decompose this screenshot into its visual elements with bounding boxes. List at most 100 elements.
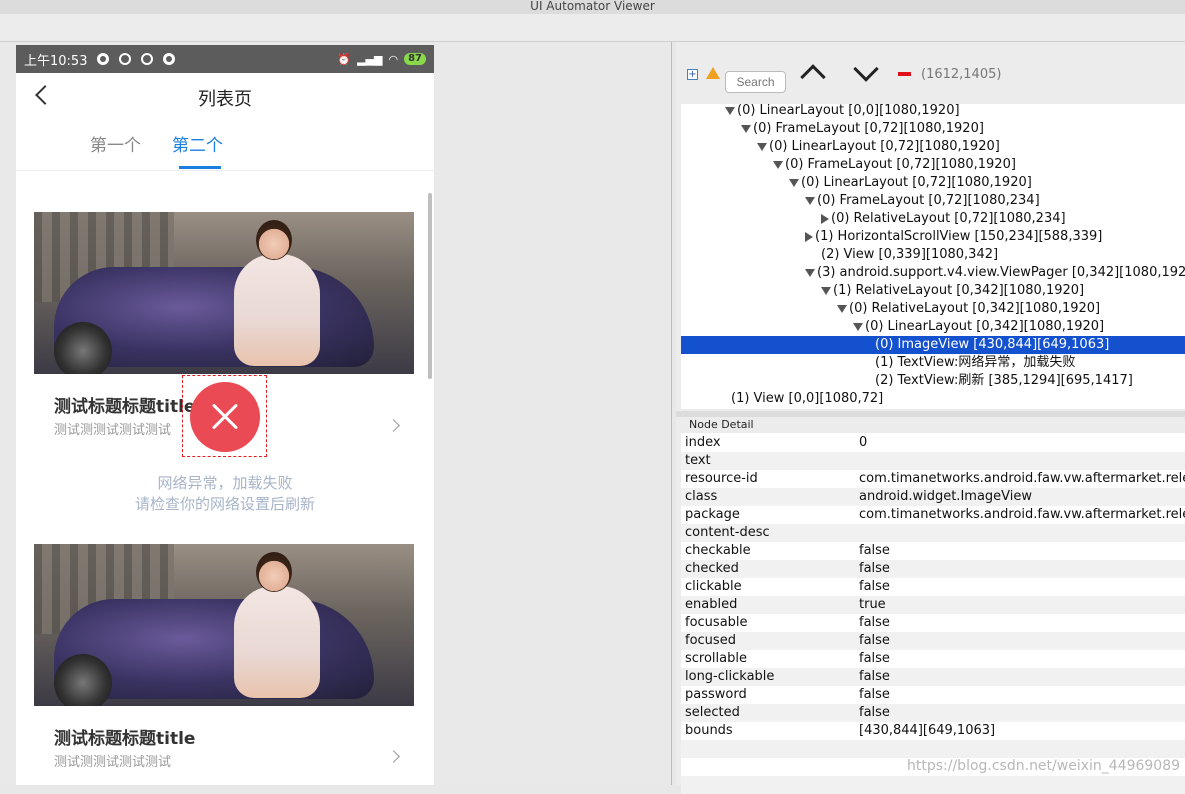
detail-value: false [859, 669, 890, 684]
detail-value: com.timanetworks.android.faw.vw.aftermar… [859, 471, 1185, 486]
search-input[interactable] [725, 71, 786, 93]
detail-key: index [685, 435, 721, 450]
tree-node[interactable]: (0) FrameLayout [0,72][1080,1920] [681, 120, 1185, 138]
detail-row[interactable]: clickable false [681, 578, 1185, 596]
detail-key: checkable [685, 543, 751, 558]
person-head-shape [256, 552, 292, 592]
detail-row[interactable]: scrollable false [681, 650, 1185, 668]
list-scrollbar[interactable] [428, 193, 432, 379]
detail-row-empty [681, 740, 1185, 758]
alarm-icon: ⏰ [337, 52, 352, 66]
wheel-shape [54, 654, 112, 706]
detail-value: com.timanetworks.android.faw.vw.aftermar… [859, 507, 1185, 522]
collapse-arrow-icon[interactable] [757, 142, 767, 151]
detail-row[interactable]: checkable false [681, 542, 1185, 560]
tab-indicator [179, 166, 221, 169]
tree-node[interactable]: (0) LinearLayout [0,0][1080,1920] [681, 104, 1185, 120]
notification-icon [97, 53, 110, 65]
chevron-right-icon[interactable] [387, 419, 400, 432]
detail-row[interactable]: focusable false [681, 614, 1185, 632]
collapse-arrow-icon[interactable] [741, 124, 751, 133]
detail-key: password [685, 687, 747, 702]
detail-key: resource-id [685, 471, 758, 486]
collapse-arrow-icon[interactable] [837, 304, 847, 313]
collapse-arrow-icon[interactable] [853, 322, 863, 331]
collapse-arrow-icon[interactable] [805, 196, 815, 205]
tree-node[interactable]: (0) LinearLayout [0,72][1080,1920] [681, 138, 1185, 156]
expand-arrow-icon[interactable] [805, 231, 813, 242]
tab-second[interactable]: 第二个 [172, 131, 223, 156]
detail-row[interactable]: content-desc [681, 524, 1185, 542]
detail-value: true [859, 597, 886, 612]
tree-node-label: (1) TextView:网络异常，加载失败 [875, 355, 1076, 370]
tree-node[interactable]: (0) FrameLayout [0,72][1080,234] [681, 192, 1185, 210]
tree-node[interactable]: (0) RelativeLayout [0,342][1080,1920] [681, 300, 1185, 318]
detail-row[interactable]: bounds [430,844][649,1063] [681, 722, 1185, 740]
card-image[interactable] [34, 544, 414, 706]
error-close-icon[interactable] [190, 382, 260, 452]
card-image[interactable] [34, 212, 414, 374]
warning-icon[interactable] [706, 67, 720, 79]
screenshot-pane[interactable]: 上午10:53 ⏰ ▂▄▆ ◠ 87 列表页 第一个 第二个 测试标题标题tit… [0, 42, 672, 785]
tree-node-label: (0) ImageView [430,844][649,1063] [875, 337, 1110, 352]
person-head-shape [256, 220, 292, 260]
detail-row[interactable]: password false [681, 686, 1185, 704]
detail-key: content-desc [685, 525, 770, 540]
tree-node-label: (0) FrameLayout [0,72][1080,234] [817, 193, 1040, 208]
detail-row[interactable]: package com.timanetworks.android.faw.vw.a… [681, 506, 1185, 524]
detail-row[interactable]: focused false [681, 632, 1185, 650]
battery-icon: 87 [404, 53, 426, 65]
tree-node[interactable]: (1) TextView:网络异常，加载失败 [681, 354, 1185, 372]
wifi-icon: ◠ [388, 52, 399, 66]
wheel-shape [54, 322, 112, 374]
tree-node[interactable]: (2) View [0,339][1080,342] [681, 246, 1185, 264]
search-notice-icon [141, 53, 154, 65]
chevron-right-icon[interactable] [387, 750, 400, 763]
detail-row[interactable]: text [681, 452, 1185, 470]
detail-row[interactable]: index 0 [681, 434, 1185, 452]
collapse-arrow-icon[interactable] [789, 178, 799, 187]
tree-node[interactable]: (0) RelativeLayout [0,72][1080,234] [681, 210, 1185, 228]
detail-key: enabled [685, 597, 738, 612]
tree-node[interactable]: (1) RelativeLayout [0,342][1080,1920] [681, 282, 1185, 300]
tree-node[interactable]: (1) View [0,0][1080,72] [681, 390, 1185, 408]
device-screen[interactable]: 上午10:53 ⏰ ▂▄▆ ◠ 87 列表页 第一个 第二个 测试标题标题tit… [16, 45, 434, 785]
collapse-arrow-icon[interactable] [821, 286, 831, 295]
detail-value: false [859, 651, 890, 666]
tree-node-label: (1) HorizontalScrollView [150,234][588,3… [815, 229, 1103, 244]
tree-node[interactable]: (3) android.support.v4.view.ViewPager [0… [681, 264, 1185, 282]
window-title: UI Automator Viewer [0, 0, 1185, 14]
tree-node[interactable]: (2) TextView:刷新 [385,1294][695,1417] [681, 372, 1185, 390]
tree-node[interactable]: (0) LinearLayout [0,72][1080,1920] [681, 174, 1185, 192]
tree-node[interactable]: (0) ImageView [430,844][649,1063] [681, 336, 1185, 354]
detail-row[interactable]: checked false [681, 560, 1185, 578]
expand-arrow-icon[interactable] [821, 213, 829, 224]
collapse-arrow-icon[interactable] [725, 106, 735, 115]
card-subtitle: 测试测测试测试测试 [54, 423, 172, 438]
detail-key: long-clickable [685, 669, 775, 684]
tree-node[interactable]: (1) HorizontalScrollView [150,234][588,3… [681, 228, 1185, 246]
collapse-arrow-icon[interactable] [805, 268, 815, 277]
collapse-arrow-icon[interactable] [773, 160, 783, 169]
clear-icon[interactable] [898, 72, 911, 76]
tree-node-label: (0) RelativeLayout [0,72][1080,234] [831, 211, 1066, 226]
detail-row[interactable]: resource-id com.timanetworks.android.faw.… [681, 470, 1185, 488]
previous-node-icon[interactable] [800, 64, 826, 90]
tab-first[interactable]: 第一个 [90, 131, 141, 156]
back-icon[interactable] [35, 85, 55, 105]
tree-node[interactable]: (0) LinearLayout [0,342][1080,1920] [681, 318, 1185, 336]
tree-node-label: (0) LinearLayout [0,72][1080,1920] [769, 139, 1000, 154]
detail-row[interactable]: long-clickable false [681, 668, 1185, 686]
watermark: https://blog.csdn.net/weixin_44969089 [907, 758, 1181, 774]
expand-all-icon[interactable]: + [687, 69, 698, 80]
tree-node-label: (1) RelativeLayout [0,342][1080,1920] [833, 283, 1085, 298]
tree-node-label: (0) FrameLayout [0,72][1080,1920] [785, 157, 1016, 172]
signal-icon: ▂▄▆ [357, 52, 383, 66]
detail-row[interactable]: enabled true [681, 596, 1185, 614]
tree-node[interactable]: (0) FrameLayout [0,72][1080,1920] [681, 156, 1185, 174]
hierarchy-toolbar: + (1612,1405) [676, 42, 1185, 104]
next-node-icon[interactable] [853, 56, 879, 82]
hierarchy-tree[interactable]: (0) LinearLayout [0,0][1080,1920] (0) Fra… [681, 104, 1185, 409]
detail-row[interactable]: selected false [681, 704, 1185, 722]
detail-row[interactable]: class android.widget.ImageView [681, 488, 1185, 506]
